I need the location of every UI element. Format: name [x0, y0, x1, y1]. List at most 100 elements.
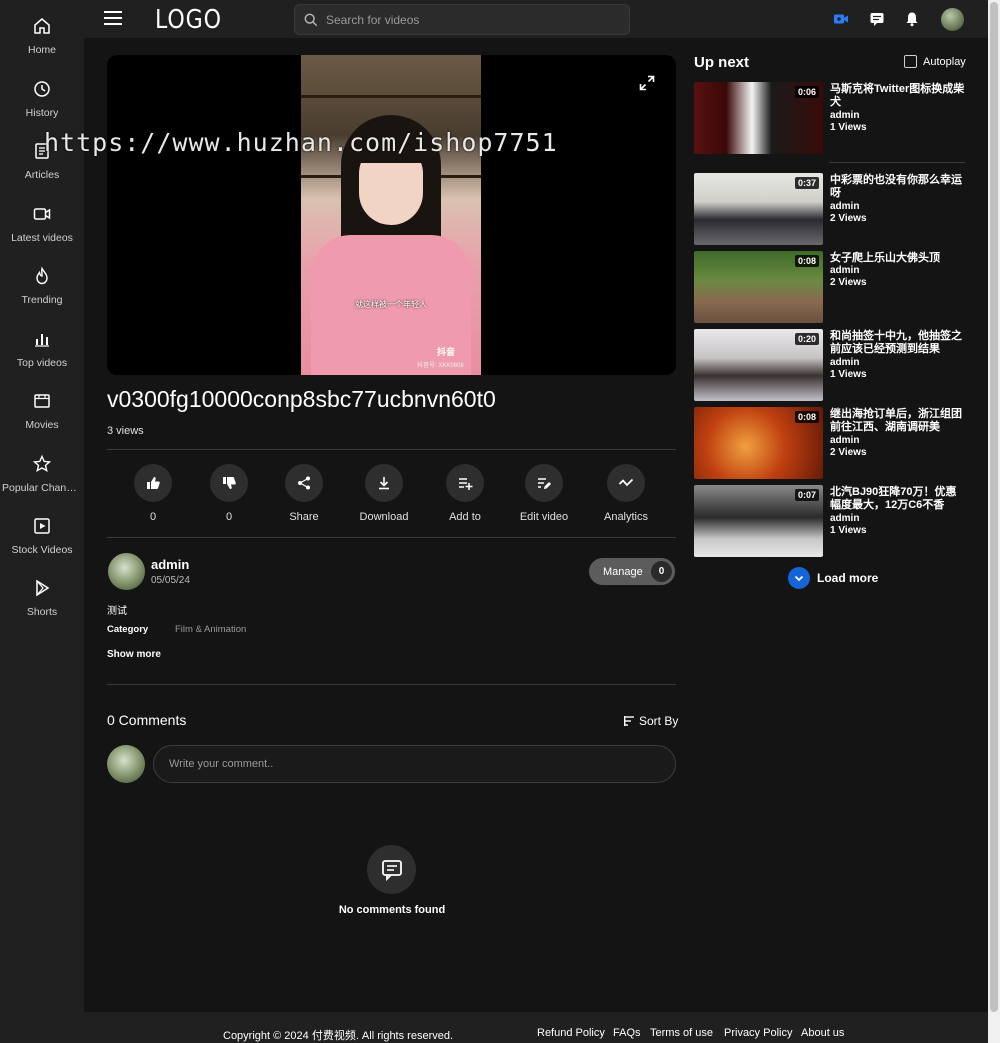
video-player[interactable]: 就这样被一个年轻人 抖音 抖音号: XKK0808	[107, 55, 676, 375]
up-next-title[interactable]: 女子爬上乐山大佛头顶	[830, 252, 965, 265]
load-more-label: Load more	[817, 571, 879, 585]
sidebar-item-top-videos[interactable]: Top videos	[0, 323, 84, 379]
action-circle[interactable]	[607, 464, 645, 502]
bell-icon[interactable]	[904, 11, 920, 27]
search-box[interactable]	[294, 4, 630, 35]
up-next-title[interactable]: 和尚抽签十中九，他抽签之前应该已经预测到结果	[830, 330, 965, 356]
share-button[interactable]: Share	[264, 464, 344, 523]
up-next-views: 2 Views	[830, 277, 867, 288]
action-circle[interactable]	[285, 464, 323, 502]
up-next-views: 1 Views	[830, 369, 867, 380]
up-next-item[interactable]: 0:07 北汽BJ90狂降70万！优惠幅度最大，12万C6不香 admin 1 Vie…	[694, 485, 966, 557]
video-subtitle: 就这样被一个年轻人	[355, 300, 427, 309]
upload-video-icon[interactable]	[833, 11, 849, 27]
download-icon	[379, 477, 389, 490]
footer-link-refund-policy[interactable]: Refund Policy	[537, 1027, 605, 1039]
action-label: Share	[289, 511, 319, 523]
up-next-heading: Up next	[694, 54, 750, 71]
fullscreen-icon[interactable]	[639, 75, 655, 91]
up-next-author[interactable]: admin	[830, 110, 859, 121]
manage-label: Manage	[603, 565, 643, 578]
channel-name[interactable]: admin	[151, 557, 189, 572]
edit-video-button[interactable]: Edit video	[504, 464, 584, 523]
action-label: Edit video	[519, 511, 569, 523]
up-next-title[interactable]: 中彩票的也没有你那么幸运呀	[830, 174, 965, 200]
chevron-down-icon	[788, 567, 810, 589]
comment-input[interactable]	[153, 745, 676, 783]
messages-icon[interactable]	[869, 11, 885, 27]
video-thumbnail[interactable]: 0:08	[694, 251, 823, 323]
load-more-button[interactable]: Load more	[788, 567, 878, 589]
site-logo[interactable]: LOGO	[155, 5, 222, 35]
autoplay-checkbox[interactable]	[904, 55, 917, 68]
up-next-author[interactable]: admin	[830, 435, 859, 446]
like-button[interactable]: 0	[113, 464, 193, 523]
video-thumbnail[interactable]: 0:08	[694, 407, 823, 479]
up-next-item[interactable]: 0:08 继出海抢订单后，浙江组团前往江西、湖南调研美 admin 2 Views	[694, 407, 966, 479]
sidebar-item-stock-videos[interactable]: Stock Videos	[0, 510, 84, 566]
duration-badge: 0:08	[794, 411, 819, 423]
autoplay-toggle[interactable]: Autoplay	[904, 55, 966, 68]
divider	[107, 537, 676, 538]
action-circle[interactable]	[525, 464, 563, 502]
up-next-item[interactable]: 0:06 马斯克将Twitter图标换成柴犬 admin 1 Views	[694, 82, 966, 154]
channel-avatar[interactable]	[108, 553, 145, 590]
sidebar-item-popular-channels[interactable]: Popular Channels	[0, 448, 84, 504]
video-thumbnail[interactable]: 0:37	[694, 173, 823, 245]
up-next-author[interactable]: admin	[830, 265, 859, 276]
download-button[interactable]: Download	[344, 464, 424, 523]
up-next-item[interactable]: 0:37 中彩票的也没有你那么幸运呀 admin 2 Views	[694, 173, 966, 245]
action-circle[interactable]	[365, 464, 403, 502]
sidebar-item-latest-videos[interactable]: Latest videos	[0, 198, 84, 254]
footer-link-terms-of-use[interactable]: Terms of use	[650, 1027, 713, 1039]
sidebar-item-home[interactable]: Home	[0, 10, 84, 66]
analytics-icon	[618, 478, 634, 487]
up-next-title[interactable]: 继出海抢订单后，浙江组团前往江西、湖南调研美	[830, 408, 965, 434]
up-next-author[interactable]: admin	[830, 357, 859, 368]
sidebar-item-shorts[interactable]: Shorts	[0, 572, 84, 628]
manage-button[interactable]: Manage 0	[589, 558, 675, 585]
sidebar-item-movies[interactable]: Movies	[0, 385, 84, 441]
menu-icon[interactable]	[104, 11, 122, 27]
no-comments-icon	[367, 845, 416, 894]
star-icon	[32, 454, 52, 473]
duration-badge: 0:07	[794, 489, 819, 501]
footer-link-privacy-policy[interactable]: Privacy Policy	[724, 1027, 792, 1039]
up-next-views: 2 Views	[830, 213, 867, 224]
no-comments-text: No comments found	[338, 904, 446, 916]
user-avatar[interactable]	[941, 8, 964, 31]
dislike-button[interactable]: 0	[189, 464, 269, 523]
footer-link-faqs[interactable]: FAQs	[613, 1027, 641, 1039]
video-frame: 就这样被一个年轻人 抖音 抖音号: XKK0808	[301, 55, 481, 375]
up-next-author[interactable]: admin	[830, 513, 859, 524]
video-thumbnail[interactable]: 0:06	[694, 82, 823, 154]
up-next-item[interactable]: 0:08 女子爬上乐山大佛头顶 admin 2 Views	[694, 251, 966, 323]
play-square-icon	[34, 518, 50, 534]
sidebar-item-trending[interactable]: Trending	[0, 260, 84, 316]
up-next-title[interactable]: 北汽BJ90狂降70万！优惠幅度最大，12万C6不香	[830, 486, 965, 512]
analytics-button[interactable]: Analytics	[586, 464, 666, 523]
duration-badge: 0:06	[794, 86, 819, 98]
sort-by-button[interactable]: Sort By	[623, 714, 678, 728]
video-thumbnail[interactable]: 0:20	[694, 329, 823, 401]
history-icon	[34, 81, 50, 97]
search-input[interactable]	[326, 12, 606, 27]
sidebar-item-history[interactable]: History	[0, 73, 84, 129]
action-circle[interactable]	[134, 464, 172, 502]
add-to-button[interactable]: Add to	[425, 464, 505, 523]
category-value[interactable]: Film & Animation	[175, 624, 246, 635]
up-next-item[interactable]: 0:20 和尚抽签十中九，他抽签之前应该已经预测到结果 admin 1 Views	[694, 329, 966, 401]
sort-by-label: Sort By	[639, 714, 679, 728]
scrollbar-thumb[interactable]	[990, 2, 998, 1012]
video-thumbnail[interactable]: 0:07	[694, 485, 823, 557]
autoplay-label: Autoplay	[923, 55, 966, 68]
up-next-title[interactable]: 马斯克将Twitter图标换成柴犬	[830, 83, 965, 109]
show-more-link[interactable]: Show more	[107, 649, 161, 660]
scrollbar[interactable]	[988, 0, 1000, 1043]
duration-badge: 0:08	[794, 255, 819, 267]
footer-link-about-us[interactable]: About us	[801, 1027, 844, 1039]
action-circle[interactable]	[210, 464, 248, 502]
action-circle[interactable]	[446, 464, 484, 502]
up-next-author[interactable]: admin	[830, 201, 859, 212]
sidebar-item-label: Shorts	[26, 606, 58, 618]
